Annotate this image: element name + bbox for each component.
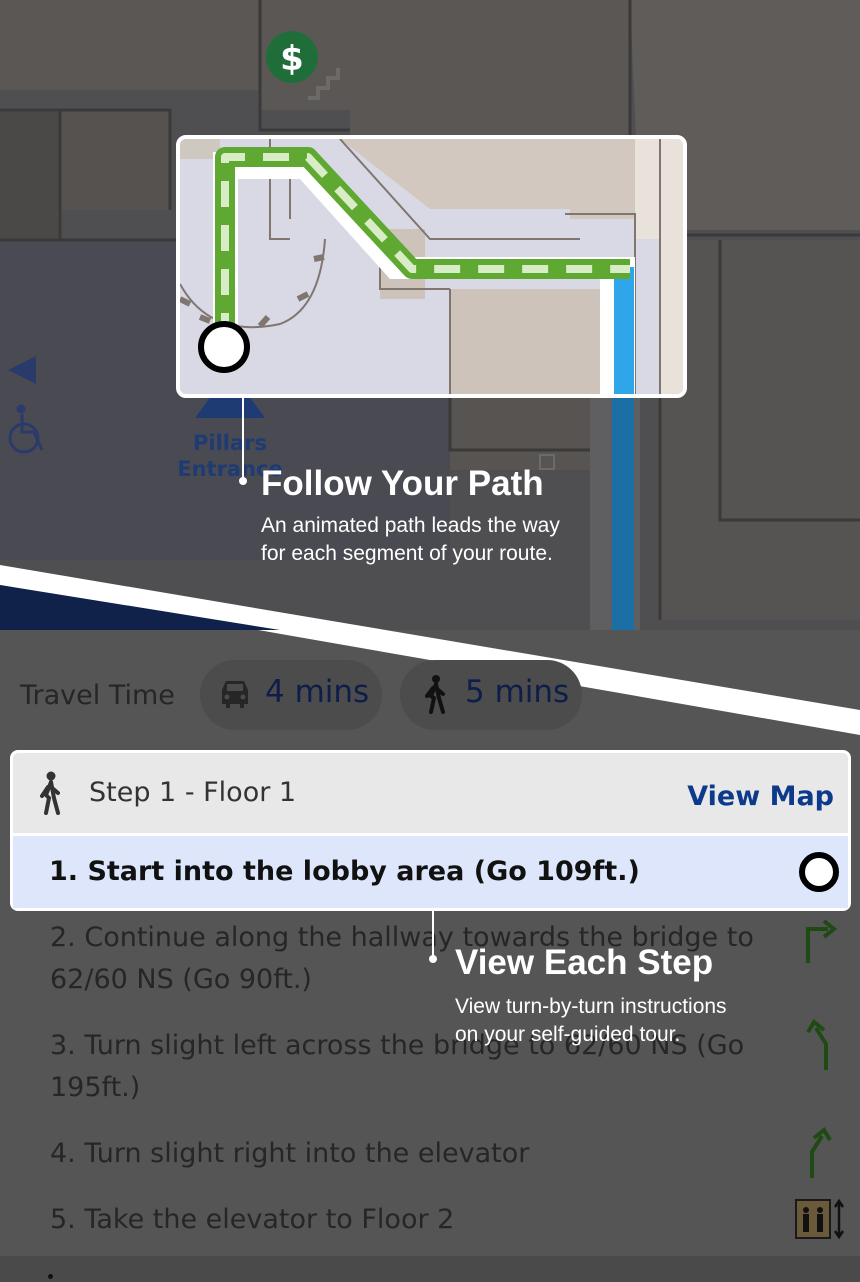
list-bullet: [48, 1274, 53, 1279]
route-start-marker: [198, 321, 250, 373]
callout-title-steps: View Each Step: [455, 943, 714, 982]
callout-leader-dot: [239, 477, 247, 485]
walk-time-value: 5 mins: [465, 674, 570, 710]
travel-time-label: Travel Time: [20, 680, 175, 711]
walking-icon: [425, 675, 445, 714]
drive-time-option[interactable]: 4 mins: [200, 660, 382, 730]
step-item-1[interactable]: 1. Start into the lobby area (Go 109ft.): [13, 836, 848, 908]
atm-dollar-icon: $: [266, 31, 318, 83]
current-step-marker: [799, 852, 839, 892]
drive-time-value: 4 mins: [265, 674, 370, 710]
callout-leader-line: [432, 911, 434, 957]
step-item-text-line2: 195ft.): [50, 1072, 141, 1103]
entrance-label-line1: Pillars: [193, 431, 267, 455]
step-item-5[interactable]: 5. Take the elevator to Floor 2: [50, 1199, 454, 1241]
callout-leader-line: [242, 398, 244, 480]
view-map-link[interactable]: View Map: [687, 781, 834, 812]
svg-text:$: $: [280, 39, 304, 79]
elevator-icon: [795, 1198, 845, 1240]
callout-leader-dot: [429, 955, 437, 963]
callout-desc-steps: View turn-by-turn instructions on your s…: [455, 995, 727, 1046]
callout-title-path: Follow Your Path: [261, 464, 544, 503]
callout-desc-path: An animated path leads the way for each …: [261, 514, 560, 565]
step-header: Step 1 - Floor 1 View Map: [13, 753, 848, 833]
slight-left-icon: [806, 1019, 828, 1070]
car-icon: [222, 681, 248, 708]
walk-time-option[interactable]: 5 mins: [400, 660, 582, 730]
step-item-text-line1: 4. Turn slight right into the elevator: [50, 1138, 530, 1169]
walking-icon: [40, 771, 60, 815]
step-item-4[interactable]: 4. Turn slight right into the elevator: [50, 1133, 529, 1175]
slight-right-icon: [810, 1127, 832, 1178]
step-card: Step 1 - Floor 1 View Map 1. Start into …: [10, 750, 851, 911]
route-map-preview[interactable]: [176, 135, 687, 398]
list-footer: [0, 1256, 860, 1282]
turn-right-icon: [806, 919, 838, 963]
step-title: Step 1 - Floor 1: [89, 777, 297, 808]
step-item-text: 1. Start into the lobby area (Go 109ft.): [49, 856, 640, 887]
step-item-text-line1: 5. Take the elevator to Floor 2: [50, 1204, 455, 1235]
